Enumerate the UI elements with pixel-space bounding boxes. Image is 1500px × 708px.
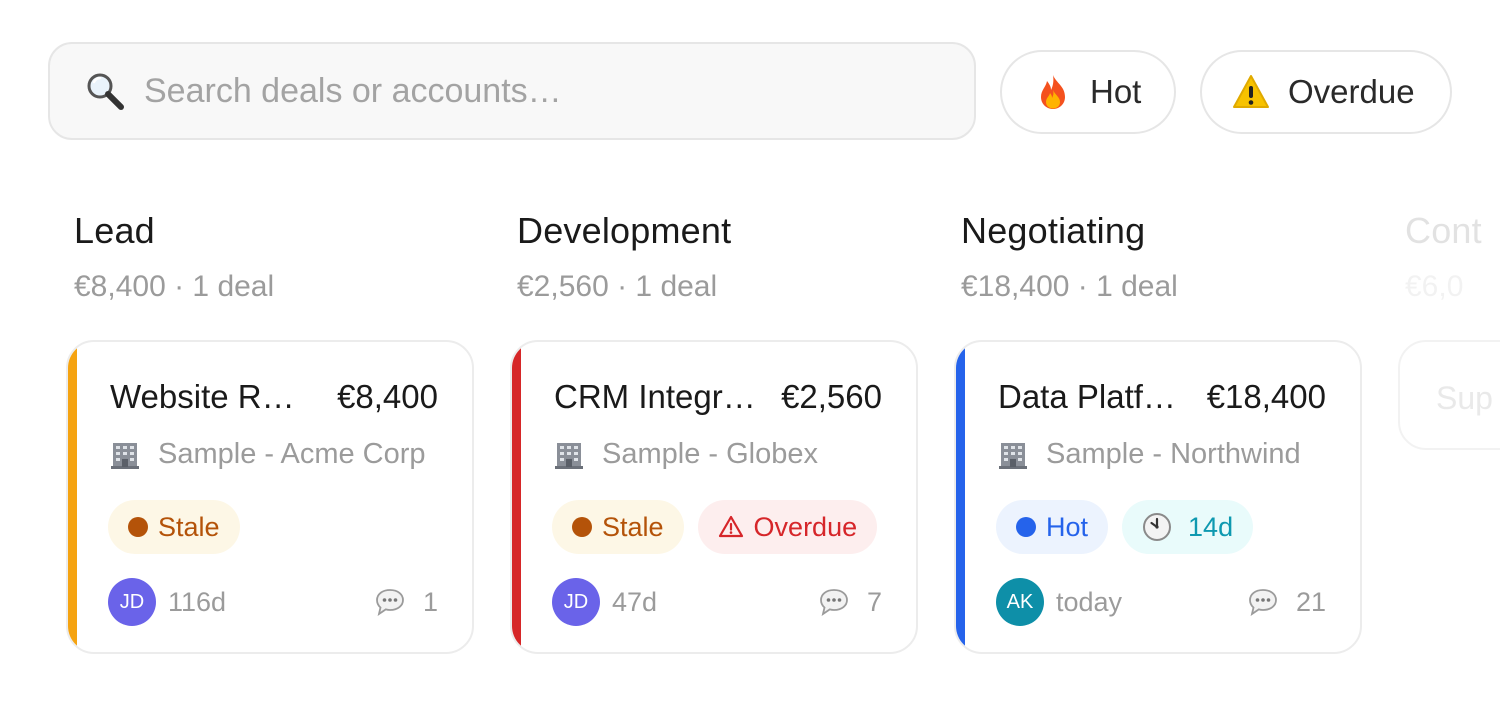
column-title: Development xyxy=(517,210,732,251)
column-title: Lead xyxy=(74,210,155,251)
column-title: Cont xyxy=(1405,210,1482,251)
clock-icon xyxy=(1142,512,1172,542)
deal-value: €18,400 xyxy=(1206,378,1326,415)
building-icon xyxy=(554,440,584,470)
deal-card-partial[interactable]: Sup xyxy=(1398,340,1500,450)
deal-title: Data Platf… xyxy=(998,378,1176,415)
card-accent xyxy=(956,342,965,652)
deal-account: Sample - Acme Corp xyxy=(110,438,426,471)
fire-icon xyxy=(1034,73,1072,111)
stale-tag: Stale xyxy=(552,500,684,554)
account-name: Sample - Acme Corp xyxy=(158,438,426,470)
warning-icon xyxy=(1232,73,1270,111)
filter-hot-button[interactable]: Hot xyxy=(1000,50,1176,134)
dot-icon xyxy=(128,517,148,537)
stale-tag: Stale xyxy=(108,500,240,554)
tag-label: Hot xyxy=(1046,511,1089,542)
deal-account: Sample - Globex xyxy=(554,438,818,471)
filter-hot-label: Hot xyxy=(1090,73,1142,110)
tag-list: Stale Overdue xyxy=(552,500,878,554)
search-bar[interactable] xyxy=(48,42,976,140)
column-summary: €18,400 · 1 deal xyxy=(961,270,1178,303)
deal-value: €8,400 xyxy=(337,378,438,415)
tag-label: Stale xyxy=(602,511,664,542)
tag-label: 14d xyxy=(1188,511,1234,542)
building-icon xyxy=(998,440,1028,470)
deal-title: Website R… xyxy=(110,378,295,415)
dot-icon xyxy=(1016,517,1036,537)
tag-label: Overdue xyxy=(753,511,858,542)
deal-age: today xyxy=(1056,586,1123,617)
avatar: AK xyxy=(996,578,1044,626)
comment-count-value: 7 xyxy=(866,586,882,617)
tag-list: Stale xyxy=(108,500,240,554)
column-negotiating: Negotiating €18,400 · 1 deal xyxy=(961,210,1178,304)
column-cont: Cont €6,0 xyxy=(1405,210,1500,304)
tag-list: Hot 14d xyxy=(996,500,1254,554)
column-lead: Lead €8,400 · 1 deal xyxy=(74,210,274,304)
column-summary: €8,400 · 1 deal xyxy=(74,270,275,303)
avatar: JD xyxy=(552,578,600,626)
pipeline-board: Hot Overdue Lead €8,400 · 1 deal Website… xyxy=(0,0,1500,708)
filter-overdue-button[interactable]: Overdue xyxy=(1200,50,1452,134)
deal-age: 116d xyxy=(168,586,227,617)
overdue-tag: Overdue xyxy=(697,500,878,554)
column-title: Negotiating xyxy=(961,210,1146,251)
deal-title: Sup xyxy=(1436,380,1493,416)
deal-card-website[interactable]: Website R… €8,400 Sample - Acme Corp Sta… xyxy=(66,340,474,654)
account-name: Sample - Northwind xyxy=(1046,438,1301,470)
comment-count[interactable]: 7 xyxy=(819,587,882,618)
column-summary: €6,0 xyxy=(1405,270,1464,303)
dot-icon xyxy=(572,517,592,537)
account-name: Sample - Globex xyxy=(602,438,818,470)
column-summary: €2,560 · 1 deal xyxy=(517,270,718,303)
deal-card-data-platform[interactable]: Data Platf… €18,400 Sample - Northwind H… xyxy=(954,340,1362,654)
deal-card-crm[interactable]: CRM Integr… €2,560 Sample - Globex Stale… xyxy=(510,340,918,654)
comment-count[interactable]: 21 xyxy=(1248,587,1326,618)
comment-count[interactable]: 1 xyxy=(375,587,438,618)
deal-account: Sample - Northwind xyxy=(998,438,1301,471)
card-accent xyxy=(68,342,77,652)
deal-title: CRM Integr… xyxy=(554,378,756,415)
tag-label: Stale xyxy=(158,511,220,542)
comment-icon xyxy=(1248,588,1278,617)
filter-overdue-label: Overdue xyxy=(1288,73,1415,110)
deal-age: 47d xyxy=(612,586,658,617)
hot-tag: Hot xyxy=(996,500,1109,554)
comment-count-value: 1 xyxy=(422,586,438,617)
comment-icon xyxy=(819,588,849,617)
card-accent xyxy=(512,342,521,652)
deal-value: €2,560 xyxy=(781,378,882,415)
building-icon xyxy=(110,440,140,470)
search-input[interactable] xyxy=(144,71,904,111)
search-icon xyxy=(84,70,126,112)
warning-outline-icon xyxy=(718,514,744,540)
column-development: Development €2,560 · 1 deal xyxy=(517,210,731,304)
comment-icon xyxy=(375,588,405,617)
time-tag: 14d xyxy=(1122,500,1254,554)
avatar: JD xyxy=(108,578,156,626)
comment-count-value: 21 xyxy=(1295,586,1326,617)
